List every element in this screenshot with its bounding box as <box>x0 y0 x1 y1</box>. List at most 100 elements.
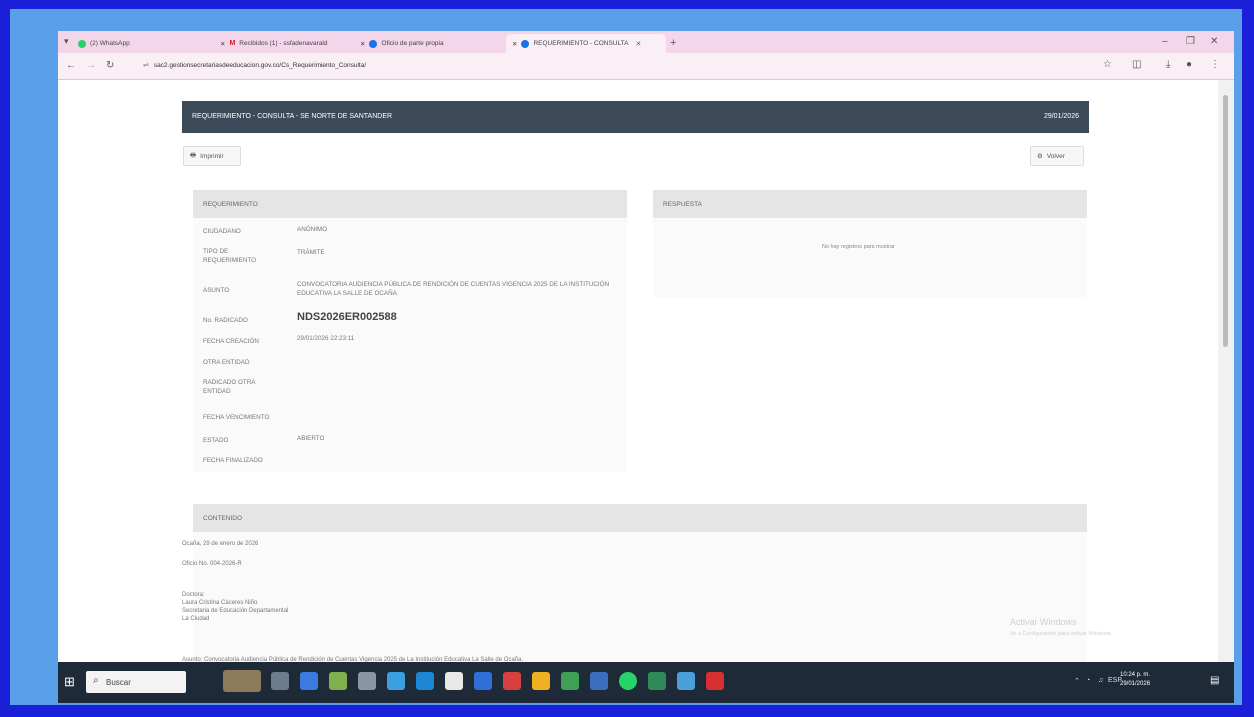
field-value: CONVOCATORIA AUDIENCIA PÚBLICA DE RENDIC… <box>297 281 610 297</box>
acrobat-icon[interactable] <box>706 672 724 690</box>
tab-requerimiento[interactable]: ✕ REQUERIMIENTO - CONSULTA ✕ <box>506 34 666 53</box>
site-info-icon[interactable]: ⇌ <box>143 61 152 69</box>
taskbar-clock[interactable]: 10:24 p. m. 29/01/2026 <box>1120 671 1150 689</box>
gear-icon: ⚙ <box>1037 153 1043 160</box>
profile-icon[interactable]: ● <box>1186 59 1192 70</box>
menu-kebab-icon[interactable]: ⋮ <box>1210 59 1220 70</box>
url-field[interactable]: ⇌ sac2.gestionsecretariasdeeducacion.gov… <box>143 61 366 69</box>
bookmark-star-icon[interactable]: ☆ <box>1103 59 1112 70</box>
radicado-number: NDS2026ER002588 <box>297 311 397 323</box>
store-icon[interactable] <box>445 672 463 690</box>
volume-icon[interactable]: ♫ <box>1098 677 1103 684</box>
field-label: No. RADICADO <box>203 317 248 324</box>
back-icon[interactable]: ← <box>66 60 76 71</box>
tab-close-icon[interactable]: ✕ <box>512 40 517 48</box>
content-line: Laura Cristina Cáceres Niño <box>182 600 258 606</box>
tab-close-icon[interactable]: ✕ <box>635 40 641 48</box>
tab-close-icon[interactable]: ✕ <box>360 40 365 48</box>
maximize-button[interactable]: ❐ <box>1186 36 1195 47</box>
task-view-icon[interactable] <box>271 672 289 690</box>
print-button[interactable]: 🖶 Imprimir <box>183 146 241 166</box>
content-line: Doctora: <box>182 592 205 598</box>
app-icon[interactable] <box>329 672 347 690</box>
field-value: ABIERTO <box>297 435 325 442</box>
activate-windows-watermark: Activar Windows <box>1010 617 1077 627</box>
field-label: FECHA FINALIZADO <box>203 457 263 464</box>
tab-label: (2) WhatsApp <box>90 40 130 47</box>
start-button[interactable]: ⊞ <box>64 674 75 690</box>
page-title: REQUERIMIENTO - CONSULTA - SE NORTE DE S… <box>192 113 393 120</box>
app-icon[interactable] <box>474 672 492 690</box>
app-icon[interactable] <box>503 672 521 690</box>
tab-gmail[interactable]: ✕ M Recibidos (1) - ssfadenavarald <box>214 34 354 53</box>
field-label: FECHA CREACIÓN <box>203 338 259 345</box>
app-icon[interactable] <box>677 672 695 690</box>
site-icon <box>521 39 530 48</box>
page-scrollbar[interactable] <box>1218 80 1234 662</box>
clock-date: 29/01/2026 <box>1120 681 1151 687</box>
whatsapp-icon <box>78 39 86 48</box>
empty-message: No hay registros para mostrar <box>822 244 895 250</box>
app-icon[interactable] <box>358 672 376 690</box>
print-label: Imprimir <box>200 152 224 160</box>
extensions-icon[interactable]: ◫ <box>1132 59 1141 70</box>
content-line: Oficio No. 004-2026-R <box>182 561 242 567</box>
windows-taskbar: ⊞ ⌕ Buscar ⌃ ◔ ♫ ESP 10:24 p. m. 29/01/2… <box>58 662 1234 703</box>
app-icon[interactable] <box>387 672 405 690</box>
tab-label: REQUERIMIENTO - CONSULTA <box>533 40 629 47</box>
content-line: Ocaña, 29 de enero de 2026 <box>182 541 259 547</box>
field-value: 29/01/2026 22:23:11 <box>297 335 355 342</box>
tab-menu-icon[interactable]: ▾ <box>64 36 69 47</box>
respuesta-panel-header: RESPUESTA <box>653 190 1087 218</box>
reload-icon[interactable]: ↻ <box>106 60 114 71</box>
minimize-button[interactable]: – <box>1162 36 1168 47</box>
tray-chevron-icon[interactable]: ⌃ <box>1074 677 1080 685</box>
new-tab-button[interactable]: + <box>670 37 676 49</box>
page-content: REQUERIMIENTO - CONSULTA - SE NORTE DE S… <box>58 80 1218 663</box>
contenido-panel-header: CONTENIDO <box>193 504 1087 532</box>
requerimiento-panel: REQUERIMIENTO CIUDADANO ANÓNIMO TIPO DE … <box>193 190 627 472</box>
back-button[interactable]: ⚙ Volver <box>1030 146 1084 166</box>
chrome-icon[interactable] <box>532 672 550 690</box>
screenshot-frame: ▾ (2) WhatsApp ✕ M Recibidos (1) - ssfad… <box>10 9 1242 705</box>
field-label: OTRA ENTIDAD <box>203 359 250 366</box>
tab-oficio[interactable]: ✕ Oficio de parte propia <box>354 34 506 53</box>
contenido-panel: CONTENIDO <box>193 504 1087 662</box>
excel-icon[interactable] <box>648 672 666 690</box>
back-label: Volver <box>1046 152 1065 160</box>
taskbar-search[interactable]: ⌕ Buscar <box>86 671 186 693</box>
requerimiento-panel-header: REQUERIMIENTO <box>193 190 627 218</box>
edge-icon[interactable] <box>416 672 434 690</box>
scrollbar-thumb[interactable] <box>1223 95 1228 347</box>
screen: ▾ (2) WhatsApp ✕ M Recibidos (1) - ssfad… <box>58 31 1234 703</box>
clock-time: 10:24 p. m. <box>1120 672 1151 678</box>
whatsapp-icon[interactable] <box>619 672 637 690</box>
notification-icon[interactable]: ▤ <box>1210 675 1219 686</box>
field-label: CIUDADANO <box>203 228 241 235</box>
content-line: Secretaria de Educación Departamental <box>182 608 289 614</box>
url-text: sac2.gestionsecretariasdeeducacion.gov.c… <box>153 62 367 69</box>
respuesta-panel: RESPUESTA No hay registros para mostrar <box>653 190 1087 297</box>
forward-icon[interactable]: → <box>86 60 96 71</box>
contenido-title: CONTENIDO <box>203 515 242 522</box>
page-header: REQUERIMIENTO - CONSULTA - SE NORTE DE S… <box>182 101 1089 133</box>
app-icon[interactable] <box>300 672 318 690</box>
search-label: Buscar <box>106 678 131 687</box>
close-window-button[interactable]: ✕ <box>1210 36 1218 47</box>
tab-whatsapp[interactable]: (2) WhatsApp <box>72 34 214 53</box>
field-value: TRÁMITE <box>297 249 325 256</box>
app-icon[interactable] <box>561 672 579 690</box>
word-icon[interactable] <box>590 672 608 690</box>
address-bar: ← → ↻ ⇌ sac2.gestionsecretariasdeeducaci… <box>58 53 1234 80</box>
field-label: ESTADO <box>203 437 229 444</box>
content-line: La Ciudad <box>182 616 210 622</box>
tab-close-icon[interactable]: ✕ <box>220 40 225 48</box>
respuesta-title: RESPUESTA <box>663 201 702 208</box>
network-icon[interactable]: ◔ <box>1086 677 1090 684</box>
search-icon: ⌕ <box>93 675 99 686</box>
gmail-icon: M <box>229 40 236 47</box>
field-label: FECHA VENCIMIENTO <box>203 414 270 421</box>
download-icon[interactable]: ⤓ <box>1166 59 1170 70</box>
field-label: ASUNTO <box>203 287 230 294</box>
news-widget-icon[interactable] <box>223 670 261 692</box>
